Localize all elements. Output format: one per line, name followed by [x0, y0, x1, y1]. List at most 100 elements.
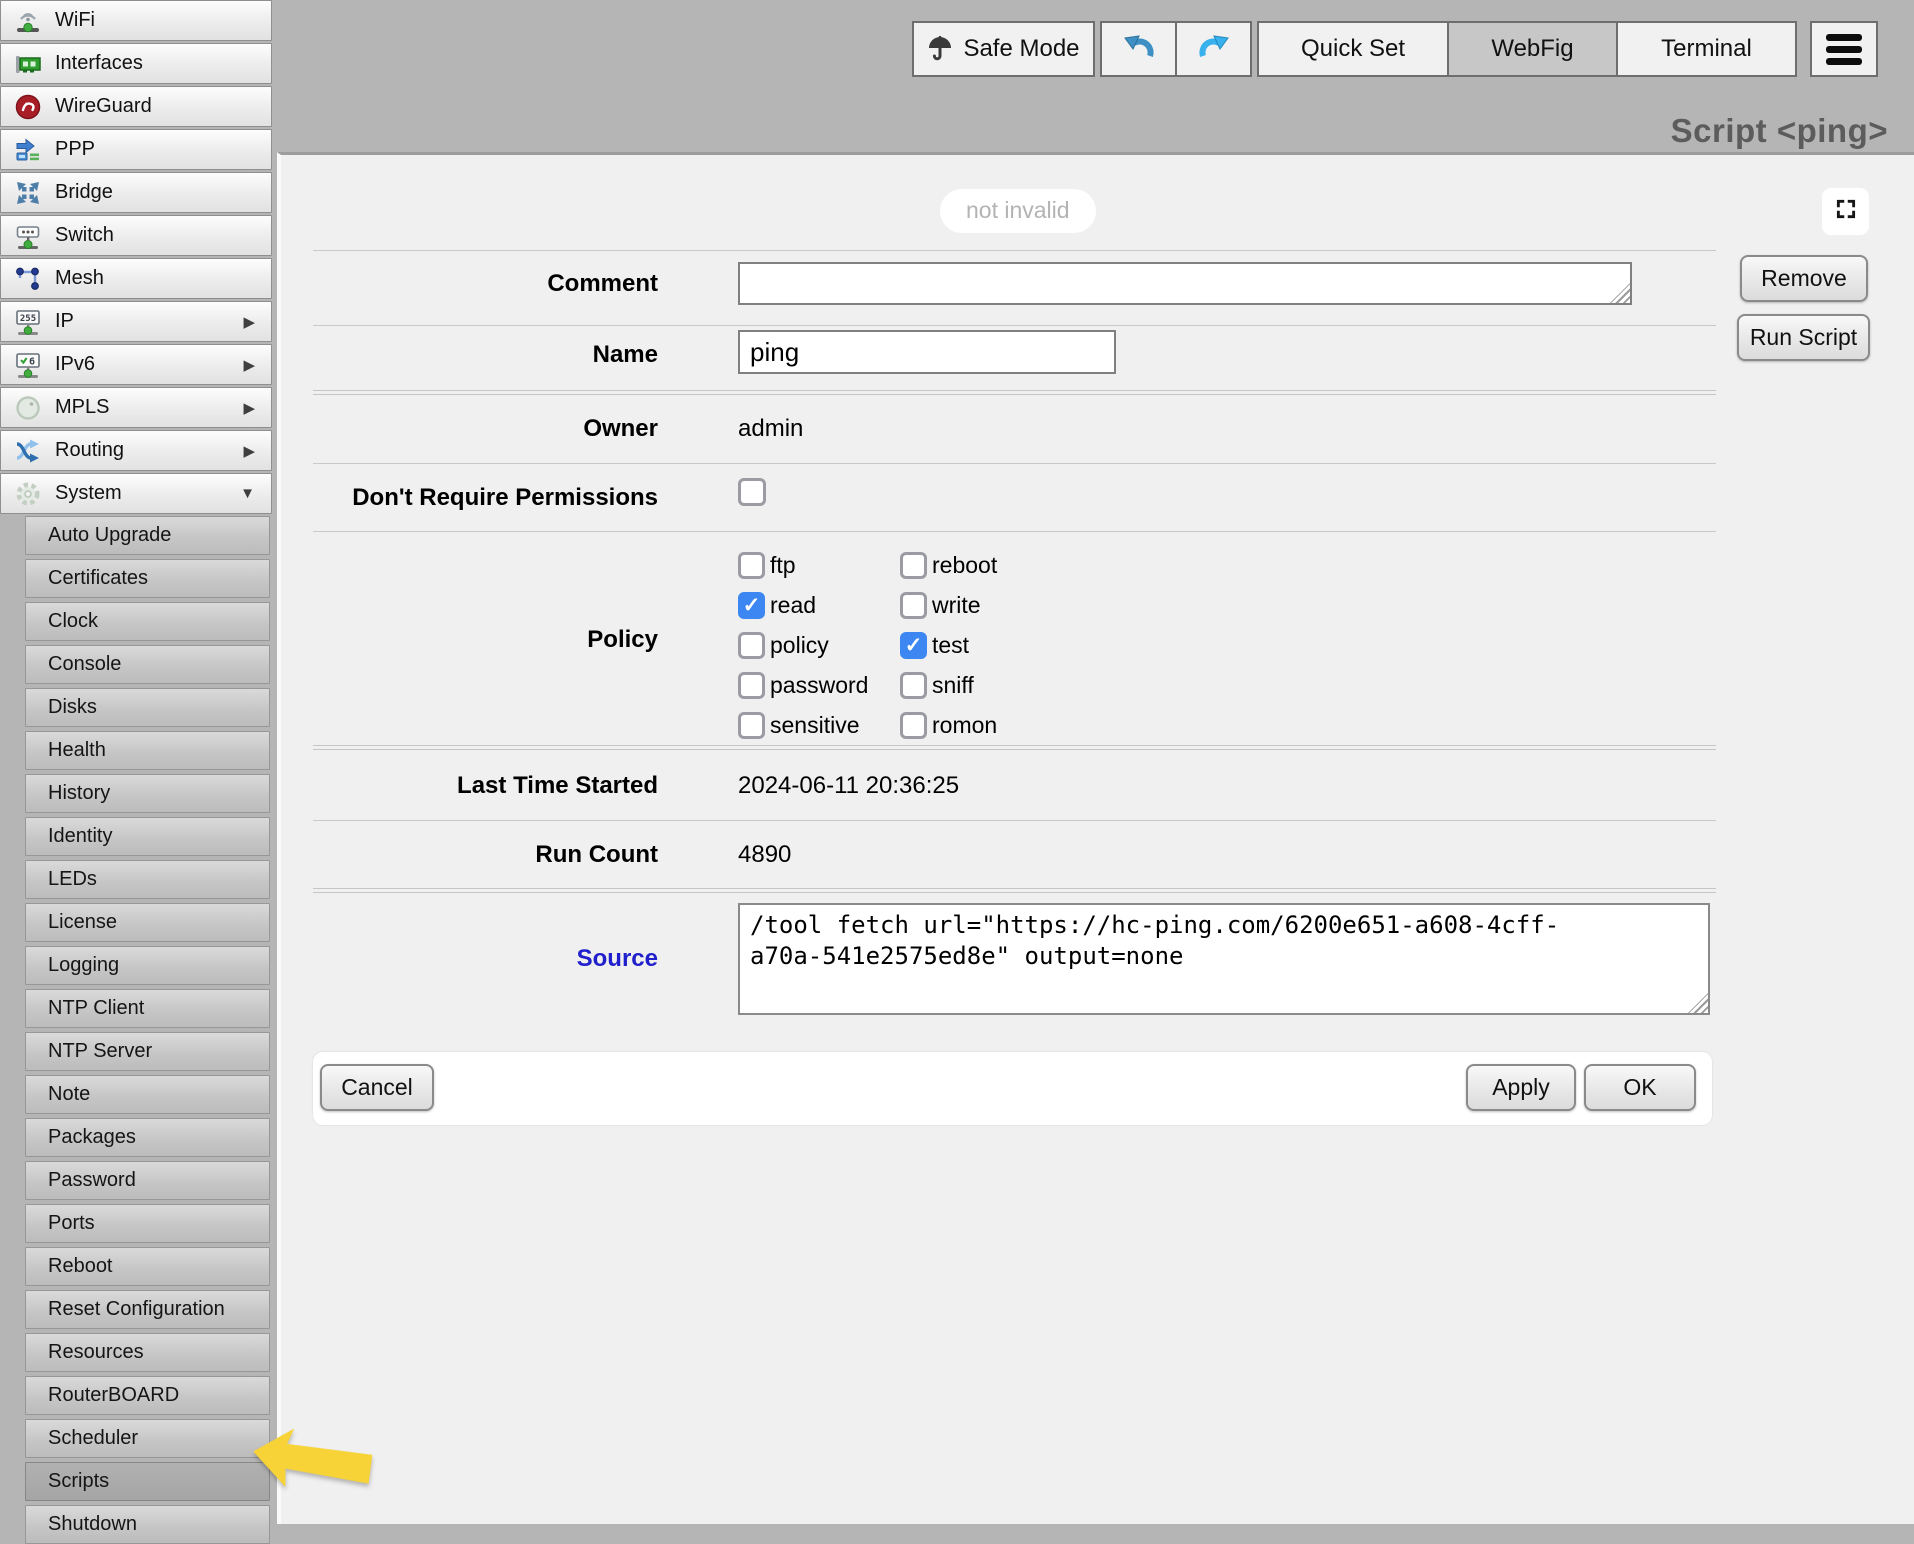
name-input[interactable] — [738, 330, 1116, 374]
ok-button[interactable]: OK — [1584, 1064, 1696, 1111]
sidebar-item-note[interactable]: Note — [25, 1075, 270, 1114]
separator-double — [313, 390, 1716, 395]
undo-icon — [1122, 30, 1156, 69]
comment-input[interactable] — [738, 262, 1632, 305]
apply-button[interactable]: Apply — [1466, 1064, 1576, 1111]
sidebar-main-menu: WiFi Interfaces WireGuard PPP Bridge Swi… — [0, 0, 274, 514]
sidebar-item-scripts[interactable]: Scripts — [25, 1462, 270, 1501]
terminal-tab[interactable]: Terminal — [1616, 21, 1797, 77]
sidebar-item-bridge[interactable]: Bridge — [0, 172, 272, 213]
last-time-started-value: 2024-06-11 20:36:25 — [738, 772, 959, 800]
policy-checkbox-sensitive[interactable] — [738, 712, 765, 739]
sidebar-item-ntp-server[interactable]: NTP Server — [25, 1032, 270, 1071]
webfig-tab[interactable]: WebFig — [1447, 21, 1618, 77]
ok-label: OK — [1623, 1074, 1656, 1101]
quick-set-button[interactable]: Quick Set — [1257, 21, 1449, 77]
sidebar-item-license[interactable]: License — [25, 903, 270, 942]
sidebar-item-scheduler[interactable]: Scheduler — [25, 1419, 270, 1458]
svg-text:255: 255 — [20, 314, 36, 324]
sidebar-item-switch[interactable]: Switch — [0, 215, 272, 256]
sidebar-subitem-label: Certificates — [48, 567, 148, 590]
quick-set-label: Quick Set — [1301, 35, 1405, 63]
run-script-button[interactable]: Run Script — [1737, 314, 1870, 361]
sidebar-item-packages[interactable]: Packages — [25, 1118, 270, 1157]
hamburger-icon — [1826, 34, 1862, 65]
sidebar-item-wireguard[interactable]: WireGuard — [0, 86, 272, 127]
sidebar-subitem-label: Auto Upgrade — [48, 524, 171, 547]
sidebar-item-reboot[interactable]: Reboot — [25, 1247, 270, 1286]
sidebar-item-password[interactable]: Password — [25, 1161, 270, 1200]
apply-label: Apply — [1492, 1074, 1550, 1101]
separator — [313, 250, 1716, 251]
policy-checkbox-write[interactable] — [900, 592, 927, 619]
sidebar-item-ports[interactable]: Ports — [25, 1204, 270, 1243]
hamburger-menu-button[interactable] — [1810, 21, 1878, 77]
sidebar-item-label: Switch — [55, 224, 114, 247]
sidebar-subitem-label: Clock — [48, 610, 98, 633]
cancel-label: Cancel — [341, 1074, 413, 1101]
sidebar-item-auto-upgrade[interactable]: Auto Upgrade — [25, 516, 270, 555]
sidebar-item-routerboard[interactable]: RouterBOARD — [25, 1376, 270, 1415]
separator-double — [313, 745, 1716, 750]
sidebar-item-identity[interactable]: Identity — [25, 817, 270, 856]
policy-checkbox-reboot[interactable] — [900, 552, 927, 579]
separator — [313, 531, 1716, 532]
policy-checkbox-sniff[interactable] — [900, 672, 927, 699]
sidebar-item-mpls[interactable]: MPLS▶ — [0, 387, 272, 428]
sidebar-item-ppp[interactable]: PPP — [0, 129, 272, 170]
sidebar-item-label: WireGuard — [55, 95, 152, 118]
dont-require-permissions-checkbox[interactable] — [738, 478, 766, 506]
sidebar-item-shutdown[interactable]: Shutdown — [25, 1505, 270, 1544]
sidebar-item-clock[interactable]: Clock — [25, 602, 270, 641]
sidebar-item-health[interactable]: Health — [25, 731, 270, 770]
sidebar-subitem-label: Health — [48, 739, 106, 762]
sidebar: WiFi Interfaces WireGuard PPP Bridge Swi… — [0, 0, 274, 1524]
owner-value: admin — [738, 415, 803, 443]
source-input[interactable]: /tool fetch url="https://hc-ping.com/620… — [738, 903, 1710, 1015]
sidebar-item-label: PPP — [55, 138, 95, 161]
run-script-label: Run Script — [1750, 324, 1857, 351]
policy-checkbox-label: password — [770, 672, 868, 699]
safe-mode-button[interactable]: Safe Mode — [912, 21, 1095, 77]
separator — [313, 463, 1716, 464]
sidebar-item-ip[interactable]: 255 IP▶ — [0, 301, 272, 342]
sidebar-item-certificates[interactable]: Certificates — [25, 559, 270, 598]
policy-checkbox-password[interactable] — [738, 672, 765, 699]
sidebar-item-reset-configuration[interactable]: Reset Configuration — [25, 1290, 270, 1329]
sidebar-item-label: Routing — [55, 439, 124, 462]
sidebar-item-ntp-client[interactable]: NTP Client — [25, 989, 270, 1028]
policy-checkbox-read[interactable] — [738, 592, 765, 619]
sidebar-subitem-label: NTP Server — [48, 1040, 152, 1063]
sidebar-item-history[interactable]: History — [25, 774, 270, 813]
ipv6-icon: 6 — [13, 350, 43, 380]
sidebar-item-console[interactable]: Console — [25, 645, 270, 684]
chevron-down-icon: ▼ — [240, 485, 271, 502]
sidebar-item-label: IPv6 — [55, 353, 95, 376]
policy-checkbox-test[interactable] — [900, 632, 927, 659]
sidebar-subitem-label: Shutdown — [48, 1513, 137, 1536]
undo-button[interactable] — [1100, 21, 1177, 77]
policy-option-ftp: ftp — [738, 545, 900, 585]
sidebar-item-disks[interactable]: Disks — [25, 688, 270, 727]
sidebar-item-system[interactable]: System ▼ — [0, 473, 272, 514]
sidebar-item-routing[interactable]: Routing▶ — [0, 430, 272, 471]
policy-checkbox-ftp[interactable] — [738, 552, 765, 579]
sidebar-item-logging[interactable]: Logging — [25, 946, 270, 985]
remove-button[interactable]: Remove — [1740, 255, 1868, 302]
fullscreen-button[interactable] — [1822, 188, 1869, 235]
policy-checkbox-romon[interactable] — [900, 712, 927, 739]
sidebar-item-interfaces[interactable]: Interfaces — [0, 43, 272, 84]
terminal-label: Terminal — [1661, 35, 1752, 63]
sidebar-item-leds[interactable]: LEDs — [25, 860, 270, 899]
svg-text:6: 6 — [29, 356, 35, 367]
sidebar-item-resources[interactable]: Resources — [25, 1333, 270, 1372]
policy-checkbox-label: sniff — [932, 672, 974, 699]
sidebar-subitem-label: Ports — [48, 1212, 95, 1235]
sidebar-item-ipv6[interactable]: 6 IPv6▶ — [0, 344, 272, 385]
sidebar-item-label: System — [55, 482, 122, 505]
cancel-button[interactable]: Cancel — [320, 1064, 434, 1111]
policy-checkbox-policy[interactable] — [738, 632, 765, 659]
sidebar-item-wifi[interactable]: WiFi — [0, 0, 272, 41]
sidebar-item-mesh[interactable]: Mesh — [0, 258, 272, 299]
redo-button[interactable] — [1175, 21, 1252, 77]
